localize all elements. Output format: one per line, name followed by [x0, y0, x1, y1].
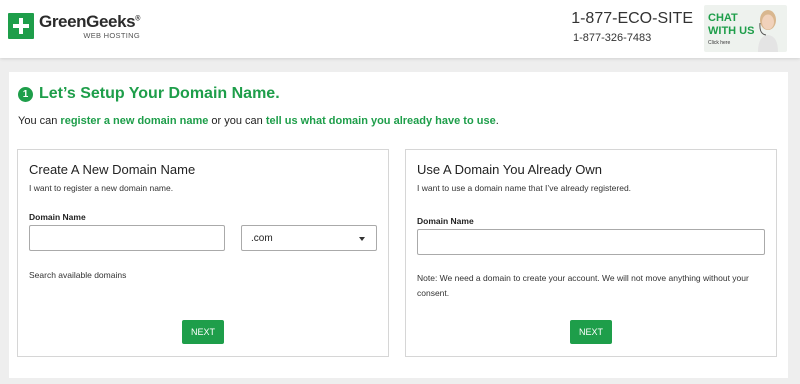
new-domain-name-input[interactable] [29, 225, 225, 251]
register-new-domain-link[interactable]: register a new domain name [60, 115, 208, 127]
step-number-badge: 1 [18, 86, 33, 102]
card-title: Create A New Domain Name [29, 162, 196, 177]
intro-part2: or you can [208, 115, 266, 127]
use-existing-domain-card: Use A Domain You Already Own I want to u… [405, 149, 777, 357]
tld-select[interactable]: .com [241, 225, 377, 251]
logo-text: GreenGeeks® WEB HOSTING [39, 13, 140, 40]
use-existing-domain-link[interactable]: tell us what domain you already have to … [266, 115, 496, 127]
caret-down-icon [359, 237, 365, 241]
chat-label-line1: CHAT [708, 12, 738, 24]
phone-vanity-number[interactable]: 1-877-ECO-SITE [571, 10, 693, 28]
domain-setup-panel: 1 Let’s Setup Your Domain Name. You can … [9, 72, 788, 378]
intro-part1: You can [18, 115, 61, 127]
intro-part3: . [495, 115, 499, 127]
consent-note: Note: We need a domain to create your ac… [417, 273, 749, 298]
tld-selected-value: .com [251, 233, 273, 244]
support-agent-icon [758, 10, 778, 52]
card-description: I want to use a domain name that I’ve al… [417, 183, 632, 193]
site-header: GreenGeeks® WEB HOSTING 1-877-ECO-SITE 1… [0, 0, 800, 58]
existing-domain-name-input[interactable] [417, 229, 765, 255]
next-button[interactable]: NEXT [570, 320, 612, 344]
card-title: Use A Domain You Already Own [417, 162, 603, 177]
card-description: I want to register a new domain name. [29, 183, 174, 193]
registered-mark: ® [135, 15, 140, 23]
greengeeks-logo[interactable]: GreenGeeks® WEB HOSTING [8, 13, 140, 40]
logo-subtitle: WEB HOSTING [83, 31, 140, 40]
search-available-hint: Search available domains [29, 270, 127, 280]
domain-name-label: Domain Name [417, 216, 474, 226]
phone-number[interactable]: 1-877-326-7483 [573, 32, 651, 44]
next-button[interactable]: NEXT [182, 320, 224, 344]
chat-click-here: Click here [708, 40, 731, 46]
step-heading: 1 Let’s Setup Your Domain Name. [18, 85, 280, 103]
intro-text: You can register a new domain name or yo… [18, 115, 499, 127]
plus-icon [8, 13, 34, 39]
chat-label-line2: WITH US [708, 25, 755, 37]
page-title: Let’s Setup Your Domain Name. [39, 85, 280, 102]
chat-with-us-button[interactable]: CHAT WITH US Click here [704, 5, 787, 52]
logo-name: GreenGeeks® [39, 12, 140, 31]
domain-name-label: Domain Name [29, 212, 86, 222]
create-new-domain-card: Create A New Domain Name I want to regis… [17, 149, 389, 357]
